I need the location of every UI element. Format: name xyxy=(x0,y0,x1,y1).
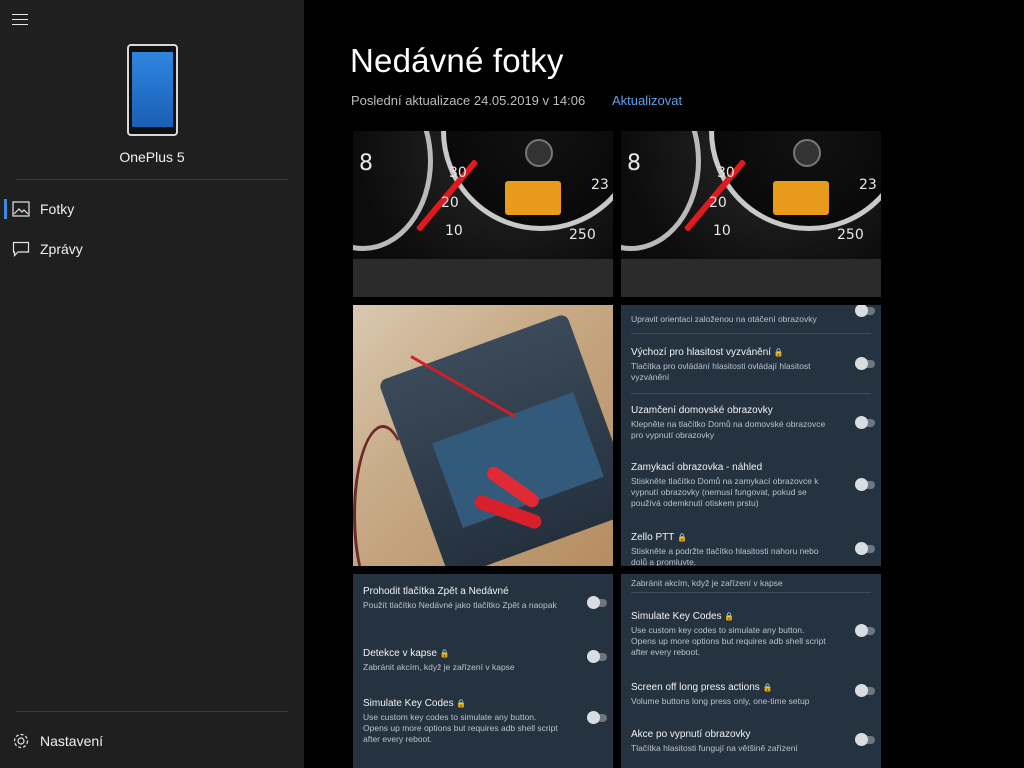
sidebar: OnePlus 5 Fotky Zprávy Nastavení xyxy=(0,0,304,768)
settings-label: Nastavení xyxy=(40,733,104,749)
sidebar-divider xyxy=(16,179,288,180)
main-content: Nedávné fotky Poslední aktualizace 24.05… xyxy=(304,0,1024,768)
photo-thumbnail[interactable]: Zabránit akcím, když je zařízení v kapse… xyxy=(621,574,881,768)
photo-thumbnail[interactable]: Prohodit tlačítka Zpět a Nedávné Použít … xyxy=(353,574,613,768)
device-name: OnePlus 5 xyxy=(119,149,185,165)
messages-icon xyxy=(12,241,30,257)
sidebar-item-messages[interactable]: Zprávy xyxy=(0,229,304,269)
last-update-text: Poslední aktualizace 24.05.2019 v 14:06 xyxy=(351,93,586,108)
hamburger-menu-icon[interactable] xyxy=(12,14,28,26)
photo-thumbnail[interactable]: 30 20 10 23 250 8 xyxy=(353,131,613,297)
selected-indicator xyxy=(4,199,7,219)
sidebar-divider xyxy=(16,711,288,712)
lock-icon: 🔒 xyxy=(773,348,784,357)
sidebar-item-label: Fotky xyxy=(40,201,75,217)
refresh-link[interactable]: Aktualizovat xyxy=(612,93,682,108)
photo-thumbnail[interactable]: Upravit orientaci založenou na otáčení o… xyxy=(621,305,881,566)
photo-thumbnail[interactable]: 30 20 10 23 250 8 xyxy=(621,131,881,297)
lock-icon: 🔒 xyxy=(456,699,467,708)
phone-device-icon xyxy=(127,44,178,136)
gear-icon xyxy=(13,733,29,749)
lock-icon: 🔒 xyxy=(724,612,735,621)
lock-icon: 🔒 xyxy=(439,649,450,658)
sidebar-item-label: Zprávy xyxy=(40,241,83,257)
lock-icon: 🔒 xyxy=(762,683,773,692)
lock-icon: 🔒 xyxy=(676,533,687,542)
settings-button[interactable]: Nastavení xyxy=(0,721,304,761)
photos-icon xyxy=(12,201,30,217)
page-title: Nedávné fotky xyxy=(350,42,564,79)
photo-thumbnail[interactable] xyxy=(353,305,613,566)
sidebar-item-photos[interactable]: Fotky xyxy=(0,189,304,229)
